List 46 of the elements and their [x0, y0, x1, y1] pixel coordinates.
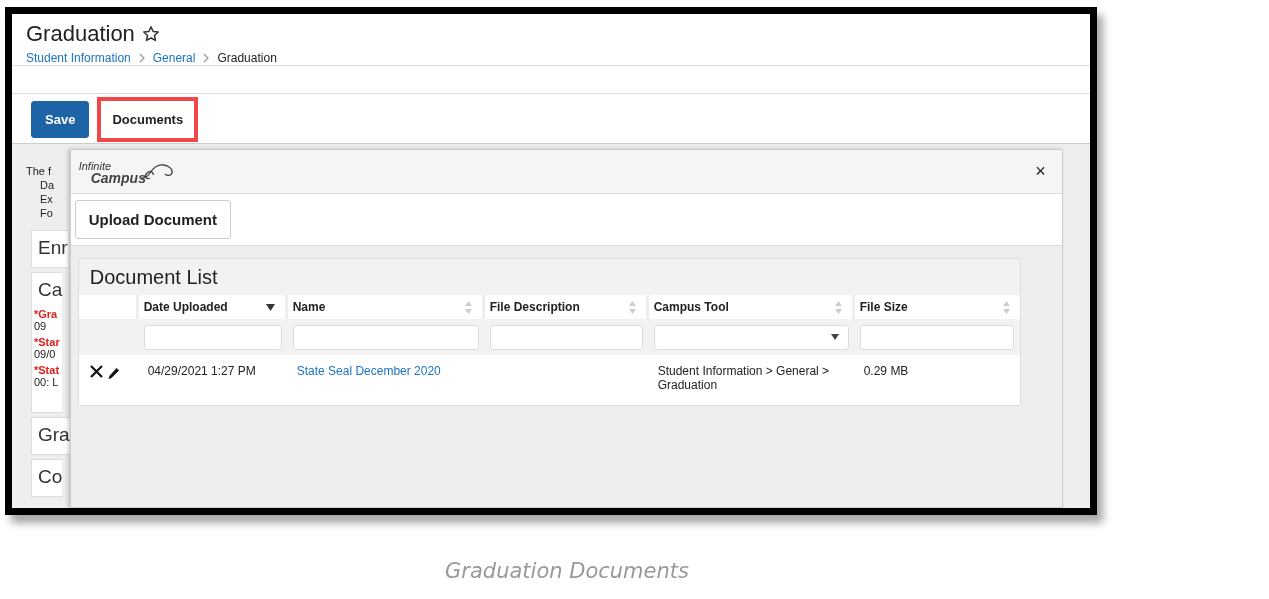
filter-field[interactable]: [489, 324, 643, 350]
filter-field[interactable]: [143, 324, 282, 350]
delete-icon[interactable]: [88, 364, 104, 379]
field-label: *Stat: [34, 364, 61, 376]
section-title: Co: [37, 465, 63, 489]
intro-text: The f: [26, 164, 53, 178]
section-title: Ca: [37, 278, 63, 302]
filter-field[interactable]: [292, 324, 479, 350]
chevron-icon: [202, 53, 211, 63]
filter-field[interactable]: [859, 324, 1014, 350]
pencil-icon[interactable]: [106, 367, 120, 380]
save-button[interactable]: Save: [31, 101, 90, 138]
breadcrumb-link[interactable]: Student Information: [26, 51, 131, 65]
chevron-icon: [137, 53, 146, 63]
field-label: *Star: [34, 336, 61, 348]
column-header[interactable]: Campus Tool: [648, 295, 855, 319]
intro-text: Fo: [39, 206, 54, 220]
section-title: Gra: [37, 423, 70, 447]
filter-dropdown[interactable]: [653, 324, 849, 350]
logo-text: Infinite: [78, 159, 113, 172]
panel-title: Document List: [88, 265, 219, 290]
star-icon[interactable]: [141, 25, 160, 43]
breadcrumb-link[interactable]: General: [152, 51, 196, 65]
close-button[interactable]: ×: [1031, 161, 1050, 182]
upload-document-button[interactable]: Upload Document: [74, 200, 232, 239]
figure-caption: Graduation Documents: [444, 559, 690, 583]
caret-icon: [830, 334, 839, 340]
table-cell: 04/29/2021 1:27 PM: [147, 364, 256, 378]
table-cell: 0.29 MB: [863, 364, 909, 378]
logo-text: Campus: [90, 171, 146, 184]
field-value: 09/0: [34, 348, 57, 360]
table-cell: Student Information > General > Graduation: [657, 364, 830, 392]
field-value: 09: [34, 320, 48, 332]
field-value: 00: L: [34, 376, 60, 388]
field-label: *Gra: [34, 308, 59, 320]
column-header[interactable]: Name: [287, 295, 485, 319]
section-title: Enr: [37, 236, 68, 260]
intro-text: Da: [39, 178, 56, 192]
column-header[interactable]: File Description: [484, 295, 649, 319]
document-link[interactable]: State Seal December 2020: [296, 364, 441, 378]
page-title: Graduation: [26, 21, 135, 47]
intro-text: Ex: [39, 192, 54, 206]
breadcrumb-current: Graduation: [217, 51, 277, 65]
column-header[interactable]: File Size: [854, 295, 1020, 319]
documents-button[interactable]: Documents: [97, 97, 199, 142]
column-header[interactable]: Date Uploaded: [138, 295, 288, 319]
